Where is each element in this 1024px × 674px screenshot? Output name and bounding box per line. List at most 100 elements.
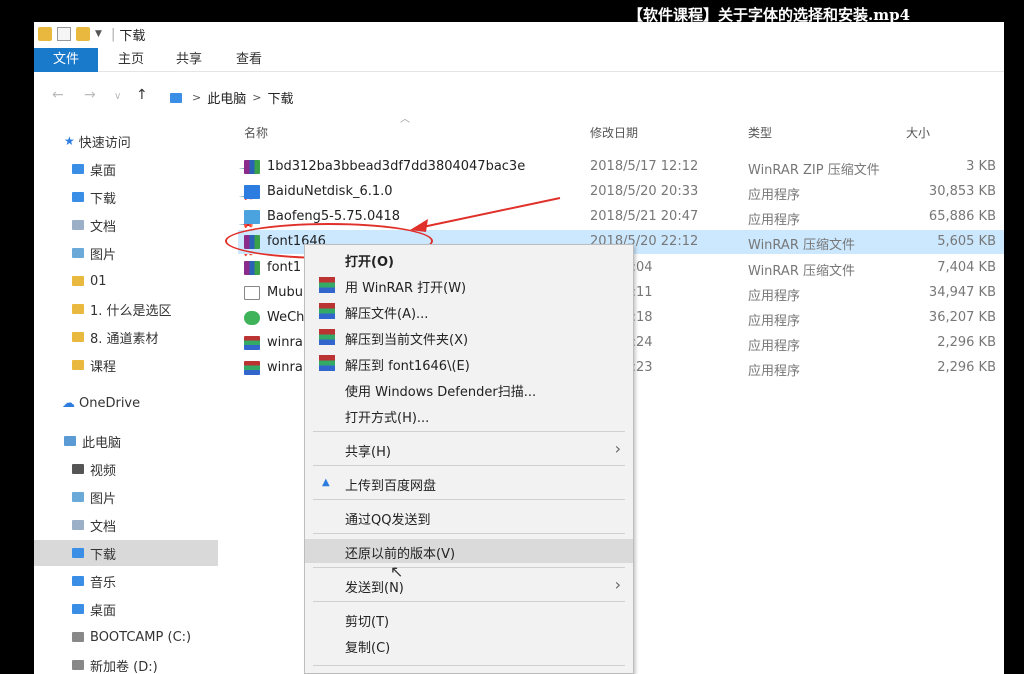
- tab-share[interactable]: 共享: [172, 48, 206, 72]
- file-date: 2018/5/20 20:33: [590, 184, 699, 199]
- column-header-type[interactable]: 类型: [748, 124, 772, 141]
- video-title: 【软件课程】关于字体的选择和安装.mp4: [628, 6, 911, 24]
- new-folder-icon[interactable]: [76, 27, 90, 41]
- file-type: 应用程序: [748, 339, 801, 354]
- menu-item-copy[interactable]: 复制(C): [305, 633, 633, 657]
- nav-pc-pictures[interactable]: 图片: [72, 484, 256, 510]
- winrar-icon: [319, 355, 335, 371]
- file-size: 30,853 KB: [928, 184, 996, 199]
- column-header-date[interactable]: 修改日期: [590, 124, 638, 141]
- ribbon-tabs: 文件 主页 共享 查看: [34, 48, 1004, 72]
- nav-item-desktop[interactable]: 桌面📌: [72, 156, 256, 182]
- documents-icon: [72, 520, 84, 530]
- file-date: 2018/5/21 20:47: [590, 209, 699, 224]
- pictures-icon: [72, 248, 84, 258]
- nav-onedrive[interactable]: ☁ OneDrive: [62, 390, 246, 416]
- nav-pc-desktop[interactable]: 桌面: [72, 596, 256, 622]
- upload-icon: ▲: [322, 477, 330, 488]
- customize-quick-access-icon[interactable]: ▼: [95, 29, 105, 39]
- chevron-right-icon: ›: [614, 575, 621, 594]
- download-folder-icon: [72, 192, 84, 202]
- winrar-file-icon: [244, 360, 260, 375]
- breadcrumb-downloads[interactable]: 下载: [267, 88, 293, 107]
- desktop-icon: [72, 604, 84, 614]
- chevron-right-icon: ›: [614, 439, 621, 458]
- file-name: 1bd312ba3bbead3df7dd3804047bac3e: [244, 159, 525, 174]
- music-icon: [72, 576, 84, 586]
- nav-item-downloads[interactable]: 下载📌: [72, 184, 256, 210]
- file-type: 应用程序: [748, 188, 801, 203]
- file-name: Baofeng5-5.75.0418: [244, 209, 400, 224]
- menu-item-extract[interactable]: 解压文件(A)...: [305, 299, 633, 323]
- menu-item-send-qq[interactable]: 通过QQ发送到: [305, 505, 633, 529]
- properties-icon[interactable]: [57, 27, 71, 41]
- menu-item-extract-here[interactable]: 解压到当前文件夹(X): [305, 325, 633, 349]
- breadcrumb[interactable]: > 此电脑 > 下载: [170, 88, 293, 107]
- nav-pc-documents[interactable]: 文档: [72, 512, 256, 538]
- rar-file-icon: [244, 260, 260, 275]
- file-name: winra: [244, 360, 303, 375]
- file-type: WinRAR 压缩文件: [748, 264, 855, 279]
- up-icon[interactable]: ↑: [136, 87, 148, 103]
- tab-file[interactable]: 文件: [34, 48, 98, 72]
- menu-item-send-to[interactable]: 发送到(N) ›: [305, 573, 633, 597]
- nav-item-course[interactable]: 课程: [72, 352, 256, 378]
- baidu-file-icon: [244, 184, 260, 199]
- file-size: 34,947 KB: [928, 285, 996, 300]
- file-name: WeCh: [244, 310, 304, 325]
- menu-item-share[interactable]: 共享(H) ›: [305, 437, 633, 461]
- forward-icon[interactable]: →: [84, 87, 96, 103]
- nav-item-documents[interactable]: 文档 📌: [72, 212, 256, 238]
- nav-item-selection[interactable]: 1. 什么是选区: [72, 296, 256, 322]
- drive-icon: [72, 660, 84, 670]
- file-size: 5,605 KB: [937, 234, 996, 249]
- tab-view[interactable]: 查看: [232, 48, 266, 72]
- navigation-pane: ★ 快速访问 桌面📌 下载📌 文档📌 图片📌 01 1. 什么是选区 8. 通道…: [34, 122, 255, 674]
- menu-item-open-with[interactable]: 打开方式(H)...: [305, 403, 633, 427]
- file-size: 2,296 KB: [937, 360, 996, 375]
- desktop-icon: [72, 164, 84, 174]
- title-bar: ▼ | 下载: [34, 22, 1004, 48]
- menu-item-winrar-open[interactable]: 用 WinRAR 打开(W): [305, 273, 633, 297]
- column-header-size[interactable]: 大小: [906, 124, 930, 141]
- file-type: 应用程序: [748, 213, 801, 228]
- menu-item-cut[interactable]: 剪切(T): [305, 607, 633, 631]
- file-type: 应用程序: [748, 289, 801, 304]
- context-menu: 打开(O) 用 WinRAR 打开(W) 解压文件(A)... 解压到当前文件夹…: [304, 244, 634, 674]
- folder-icon: [170, 92, 182, 103]
- file-size: 36,207 KB: [928, 310, 996, 325]
- recent-locations-icon[interactable]: ∨: [114, 91, 121, 102]
- nav-pc-videos[interactable]: 视频: [72, 456, 256, 482]
- file-row[interactable]: BaiduNetdisk_6.1.0 2018/5/20 20:33 应用程序 30,…: [238, 180, 1004, 204]
- menu-item-upload-baidu[interactable]: ▲ 上传到百度网盘: [305, 471, 633, 495]
- folder-icon: [72, 304, 84, 314]
- breadcrumb-this-pc[interactable]: 此电脑: [207, 88, 246, 107]
- file-size: 65,886 KB: [928, 209, 996, 224]
- column-header-name[interactable]: 名称: [244, 124, 268, 141]
- file-type: 应用程序: [748, 364, 801, 379]
- file-size: 7,404 KB: [937, 260, 996, 275]
- annotation-arrow: [410, 197, 561, 232]
- file-name: winra: [244, 335, 303, 350]
- sort-ascending-icon: ︿: [400, 114, 410, 125]
- menu-item-extract-to[interactable]: 解压到 font1646\(E): [305, 351, 633, 375]
- tab-home[interactable]: 主页: [114, 48, 148, 72]
- menu-item-defender[interactable]: 使用 Windows Defender扫描...: [305, 377, 633, 401]
- nav-pc-downloads[interactable]: 下载: [34, 540, 218, 566]
- menu-item-open[interactable]: 打开(O): [305, 247, 633, 271]
- nav-pc-drive-c[interactable]: BOOTCAMP (C:): [72, 624, 256, 650]
- nav-item-channel[interactable]: 8. 通道素材: [72, 324, 256, 350]
- file-type: WinRAR ZIP 压缩文件: [748, 163, 880, 178]
- address-bar: ← → ∨ ↑ > 此电脑 > 下载: [34, 82, 1004, 110]
- back-icon[interactable]: ←: [52, 87, 64, 103]
- nav-pc-drive-d[interactable]: 新加卷 (D:): [72, 652, 256, 674]
- menu-item-restore[interactable]: 还原以前的版本(V): [305, 539, 633, 563]
- nav-item-01[interactable]: 01: [72, 268, 256, 294]
- winrar-icon: [319, 303, 335, 319]
- nav-quick-access[interactable]: ★ 快速访问: [64, 128, 248, 154]
- nav-pc-music[interactable]: 音乐: [72, 568, 256, 594]
- mouse-cursor-icon: ↖: [390, 562, 404, 581]
- file-row[interactable]: 1bd312ba3bbead3df7dd3804047bac3e 2018/5/1…: [238, 155, 1004, 179]
- drive-icon: [72, 632, 84, 642]
- nav-this-pc[interactable]: 此电脑: [64, 428, 248, 454]
